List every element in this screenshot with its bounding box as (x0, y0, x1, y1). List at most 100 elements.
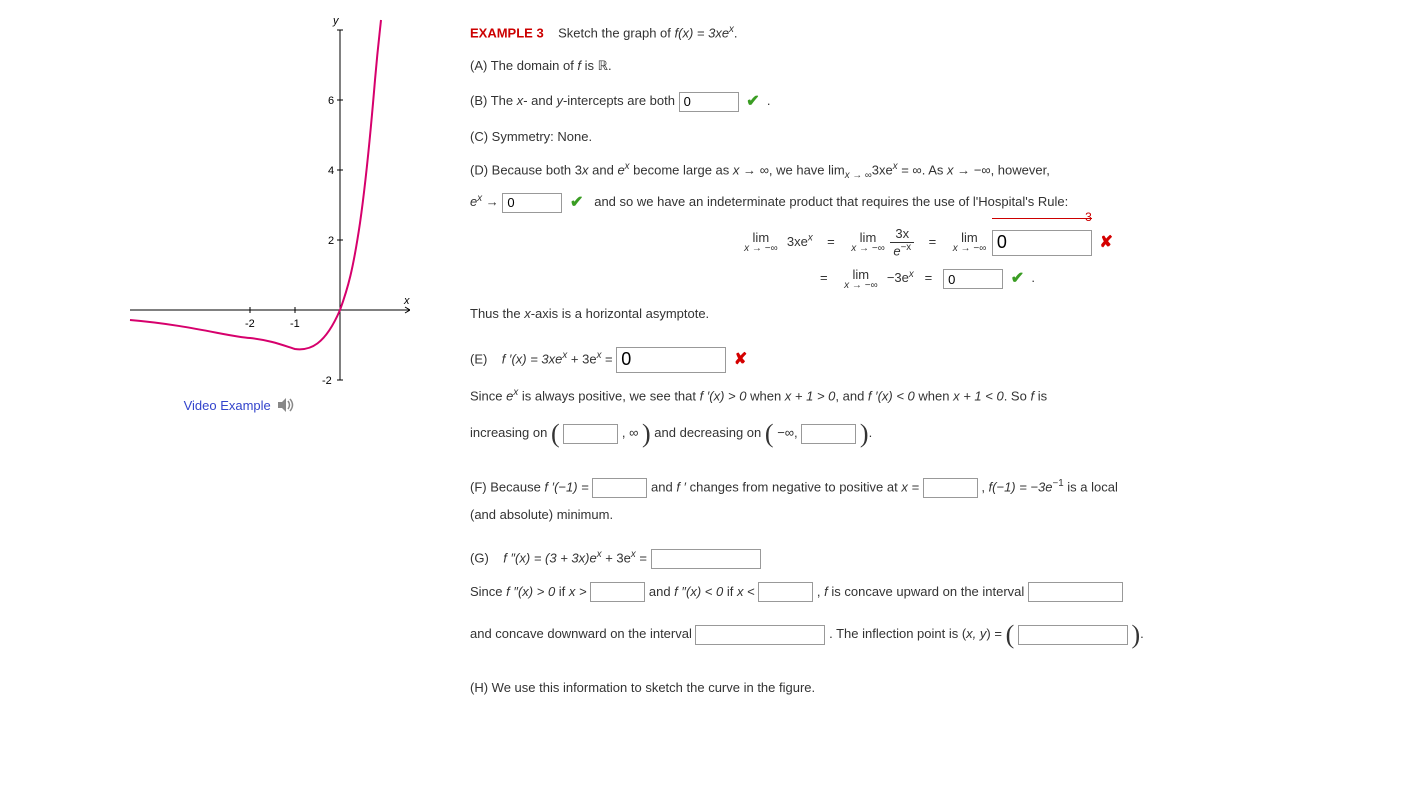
check-icon: ✔ (746, 93, 759, 110)
B-c: -intercepts are both (563, 93, 679, 108)
Dterm4: −3e (887, 271, 909, 286)
F-c: and (651, 480, 676, 495)
F-b: f ′(−1) = (544, 480, 592, 495)
Es-b: is always positive, we see that (518, 388, 699, 403)
E-since: Since ex is always positive, we see that… (470, 385, 1385, 407)
check-icon: ✔ (570, 194, 583, 211)
Gs-g: if (723, 584, 737, 599)
Edec-inf: −∞, (777, 425, 801, 440)
D1h: , however, (991, 163, 1050, 178)
B-b: - and (523, 93, 556, 108)
F-x-input[interactable] (923, 478, 978, 498)
heading-dot: . (734, 25, 738, 40)
part-F: (F) Because f ′(−1) = and f ′ changes fr… (470, 476, 1385, 498)
D-math-row1: limx → −∞ 3xex = limx → −∞ 3x e−x = limx… (470, 227, 1385, 258)
svg-text:-2: -2 (322, 375, 332, 387)
Gs-j: is concave upward on the interval (828, 584, 1028, 599)
svg-text:y: y (332, 15, 340, 27)
lim-1: limx → −∞ (744, 231, 778, 254)
part-G: (G) f ″(x) = (3 + 3x)ex + 3ex = (470, 547, 1385, 569)
G-label: (G) (470, 551, 489, 566)
G-inflection-input[interactable] (1018, 625, 1128, 645)
G-a: f ″(x) = (3 + 3x)e (503, 551, 596, 566)
D1f: = ∞. As (898, 163, 947, 178)
G-cu-interval-input[interactable] (1028, 582, 1123, 602)
cross-icon: ✘ (734, 351, 747, 368)
D2arrow: → (482, 194, 502, 209)
D1sub: x → ∞ (845, 170, 872, 181)
D1e2: 3xe (872, 163, 893, 178)
G-b: + 3e (602, 551, 631, 566)
Es-c: f ′(x) > 0 (700, 388, 747, 403)
E-intervals: increasing on ( , ∞ ) and decreasing on … (470, 413, 1385, 455)
D1c: become large as (630, 163, 733, 178)
Es-c2: x + 1 < 0 (953, 388, 1004, 403)
part-C: (C) Symmetry: None. (470, 127, 1385, 148)
left-column: -2 -1 -2 2 4 6 x y Video Example (70, 10, 410, 711)
G-cd: and concave downward on the interval . T… (470, 614, 1385, 656)
Es-a: Since (470, 388, 506, 403)
Dterm1: 3xe (787, 234, 808, 249)
lim-3: limx → −∞ (953, 231, 987, 254)
Deq1: = (824, 234, 839, 249)
example-label: EXAMPLE 3 (470, 25, 544, 40)
G-xgt-input[interactable] (590, 582, 645, 602)
D1d: , we have lim (769, 163, 845, 178)
G-since: Since f ″(x) > 0 if x > and f ″(x) < 0 i… (470, 582, 1385, 603)
Dth-a: Thus the (470, 306, 524, 321)
audio-icon[interactable] (278, 398, 296, 415)
Es-f: f ′(x) < 0 (868, 388, 915, 403)
Es-g: when (915, 388, 953, 403)
B-a: (B) The (470, 93, 517, 108)
F-e: changes from negative to positive at (686, 480, 901, 495)
G-fpp-input[interactable] (651, 549, 761, 569)
video-example-link[interactable]: Video Example (184, 398, 271, 413)
D-lhopital-input[interactable] (992, 230, 1092, 256)
svg-text:2: 2 (328, 235, 334, 247)
lim-2: limx → −∞ (851, 231, 885, 254)
Es-e2: , and (835, 388, 868, 403)
A-dot: . (608, 58, 612, 73)
Gcd-xy: x, y (966, 627, 986, 642)
G-xlt-input[interactable] (758, 582, 813, 602)
D1g: x → −∞ (947, 163, 991, 178)
E-b: + 3e (567, 351, 596, 366)
D1b: and (589, 163, 618, 178)
F-g: f(−1) = −3e (989, 480, 1053, 495)
svg-text:x: x (403, 295, 410, 307)
part-H: (H) We use this information to sketch th… (470, 678, 1385, 699)
F-a: (F) Because (470, 480, 544, 495)
Deq4: = (921, 271, 936, 286)
Gs-h: x < (737, 584, 758, 599)
cross-icon: ✘ (1099, 234, 1112, 251)
E-decreasing-end-input[interactable] (801, 424, 856, 444)
part-D-line1: (D) Because both 3x and ex become large … (470, 159, 1385, 184)
F-xeq: x = (901, 480, 922, 495)
F-fprime-input[interactable] (592, 478, 647, 498)
E-fprime-input[interactable] (616, 347, 726, 373)
Gs-a: Since (470, 584, 506, 599)
function-graph: -2 -1 -2 2 4 6 x y (70, 10, 410, 390)
E-increasing-start-input[interactable] (563, 424, 618, 444)
Dnum: 3x (895, 226, 909, 241)
B-answer-input[interactable] (679, 92, 739, 112)
E-eq: = (601, 351, 616, 366)
A-R: ℝ (598, 58, 608, 73)
D1a: (D) Because both 3 (470, 163, 582, 178)
D-final-limit-input[interactable] (943, 269, 1003, 289)
svg-text:4: 4 (328, 165, 334, 177)
heading-fx: f(x) = 3xe (675, 25, 730, 40)
E-label: (E) (470, 351, 487, 366)
Gcd-c: ) = (986, 627, 1005, 642)
Es-d: when (746, 388, 784, 403)
G-cd-interval-input[interactable] (695, 625, 825, 645)
D-math-row2: = limx → −∞ −3ex = ✔ . (470, 266, 1385, 292)
page: -2 -1 -2 2 4 6 x y Video Example (0, 0, 1405, 731)
Es-c1: x + 1 > 0 (785, 388, 836, 403)
A-a: (A) The domain of (470, 58, 577, 73)
D1lim: x → ∞ (733, 163, 769, 178)
G-eq: = (636, 551, 651, 566)
Gs-b: f ″(x) > 0 (506, 584, 555, 599)
Dth-b: -axis is a horizontal asymptote. (531, 306, 709, 321)
D-ex-limit-input[interactable] (502, 193, 562, 213)
